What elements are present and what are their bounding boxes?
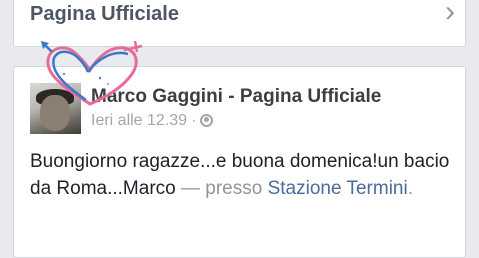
post-text-end: . bbox=[407, 178, 413, 199]
post-timestamp[interactable]: Ieri alle 12.39 bbox=[91, 112, 187, 129]
avatar-face bbox=[40, 95, 70, 131]
presso-label: — presso bbox=[175, 178, 268, 199]
previous-post-card[interactable]: Pagina Ufficiale › bbox=[13, 0, 466, 47]
globe-icon[interactable] bbox=[200, 114, 214, 127]
post-card: Marco Gaggini - Pagina Ufficiale Ieri al… bbox=[13, 66, 466, 258]
post-text: Buongiorno ragazze...e buona domenica!un… bbox=[30, 148, 450, 202]
page-title: Pagina Ufficiale bbox=[30, 3, 179, 25]
post-meta: Ieri alle 12.39 · bbox=[91, 112, 214, 130]
chevron-right-icon[interactable]: › bbox=[445, 0, 455, 27]
meta-separator: · bbox=[191, 112, 197, 129]
avatar[interactable] bbox=[30, 83, 81, 134]
post-author-name[interactable]: Marco Gaggini - Pagina Ufficiale bbox=[91, 86, 381, 108]
location-link[interactable]: Stazione Termini bbox=[268, 178, 408, 199]
